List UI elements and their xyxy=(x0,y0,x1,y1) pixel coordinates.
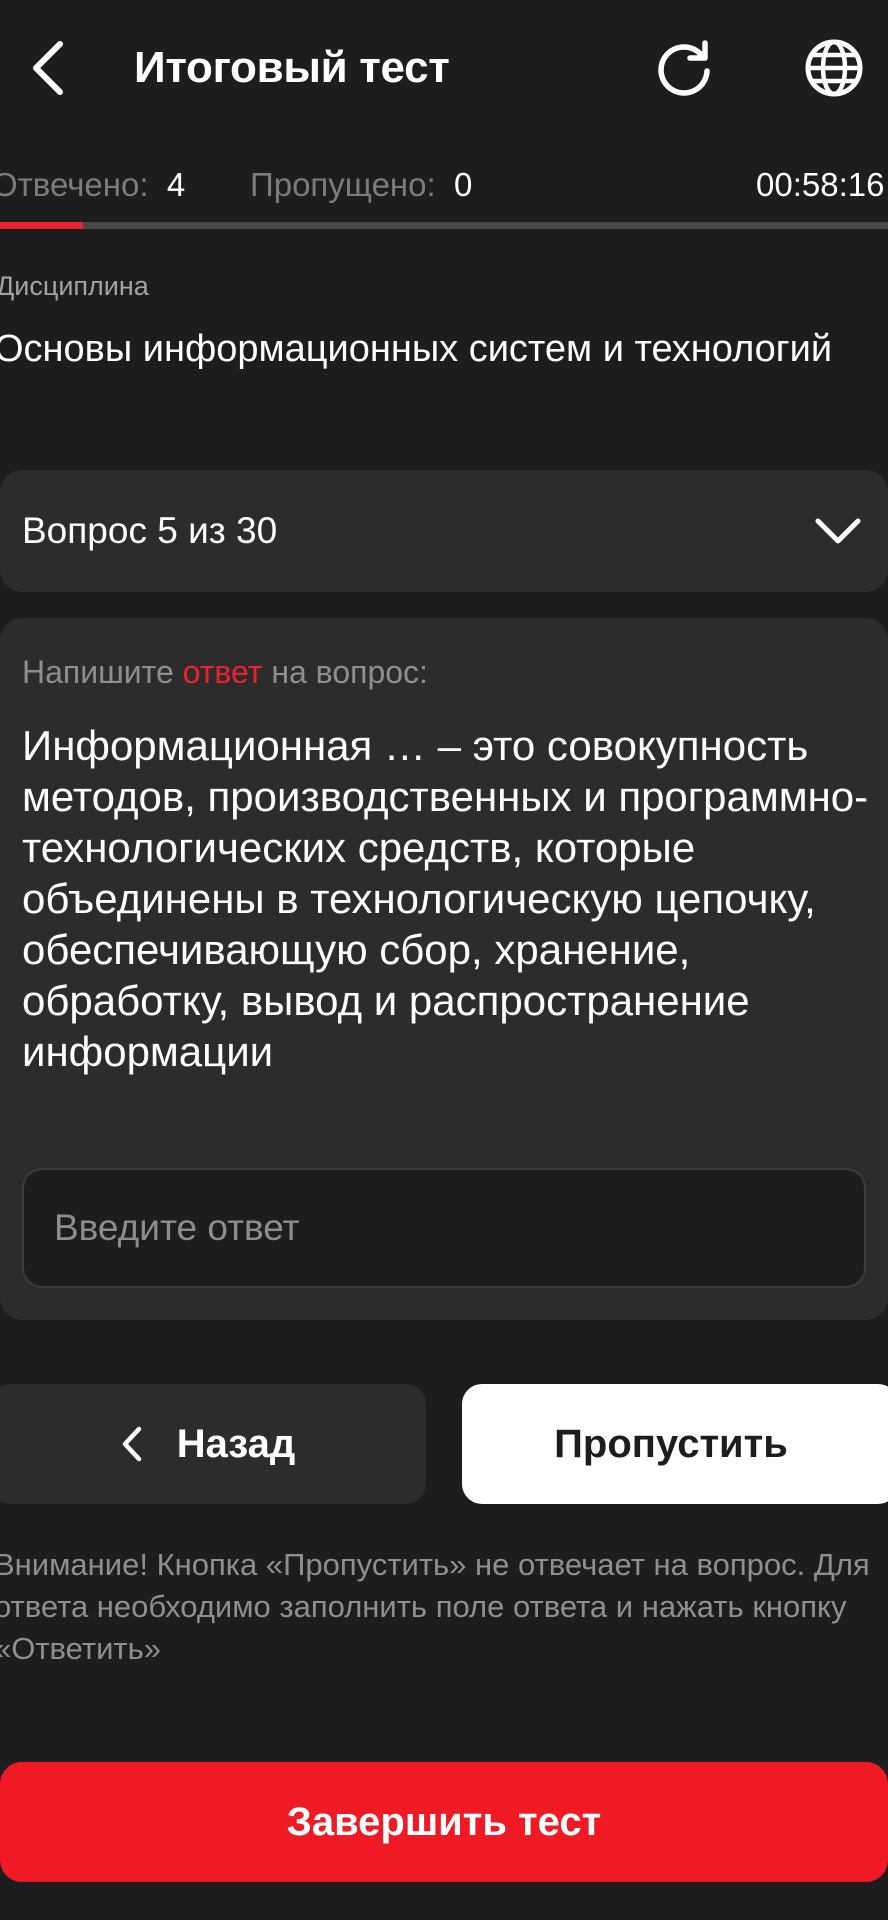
timer: 00:58:16 xyxy=(756,166,885,203)
instruction-prefix: Напишите xyxy=(22,654,183,690)
page-title: Итоговый тест xyxy=(134,43,450,92)
finish-test-label: Завершить тест xyxy=(286,1799,602,1844)
skip-warning-text: Внимание! Кнопка «Пропустить» не отвечае… xyxy=(0,1547,870,1666)
finish-test-button[interactable]: Завершить тест xyxy=(0,1762,888,1882)
discipline-label: Дисциплина xyxy=(0,271,149,301)
chevron-left-icon xyxy=(33,41,63,95)
question-instruction: Напишите ответ на вопрос: xyxy=(22,648,428,696)
answered-count: Отвечено: 4 xyxy=(0,160,185,210)
skipped-count: Пропущено: 0 xyxy=(250,160,472,210)
skip-button[interactable]: Пропустить xyxy=(462,1384,888,1504)
discipline-name: Основы информационных систем и технологи… xyxy=(0,328,833,370)
chevron-down-icon xyxy=(815,518,861,544)
globe-icon xyxy=(805,39,863,97)
question-selector-label: Вопрос 5 из 30 xyxy=(22,510,278,551)
refresh-icon xyxy=(658,40,710,96)
progress-bar xyxy=(0,222,888,229)
back-button-label: Назад xyxy=(176,1421,296,1466)
test-stats: Отвечено: 4 Пропущено: 0 00:58:16 xyxy=(0,160,888,210)
question-text: Информационная … – это совокупность мето… xyxy=(22,722,869,1075)
question-selector[interactable]: Вопрос 5 из 30 xyxy=(0,470,888,592)
back-button[interactable]: Назад xyxy=(0,1384,426,1504)
language-button[interactable] xyxy=(800,34,868,102)
instruction-suffix: на вопрос: xyxy=(262,654,428,690)
refresh-button[interactable] xyxy=(650,34,718,102)
skipped-value: 0 xyxy=(454,166,473,203)
app-header: Итоговый тест xyxy=(0,0,888,140)
skipped-label: Пропущено: xyxy=(250,166,436,203)
question-selector-toggle[interactable] xyxy=(810,508,866,554)
chevron-left-icon xyxy=(121,1426,143,1462)
answered-label: Отвечено: xyxy=(0,166,149,203)
answer-input[interactable] xyxy=(22,1168,866,1288)
back-nav-button[interactable] xyxy=(22,36,74,100)
skip-button-label: Пропустить xyxy=(554,1421,788,1466)
answered-value: 4 xyxy=(166,166,186,203)
progress-fill xyxy=(0,222,83,229)
question-card: Напишите ответ на вопрос: Информационная… xyxy=(0,618,888,1320)
instruction-accent: ответ xyxy=(182,654,263,690)
